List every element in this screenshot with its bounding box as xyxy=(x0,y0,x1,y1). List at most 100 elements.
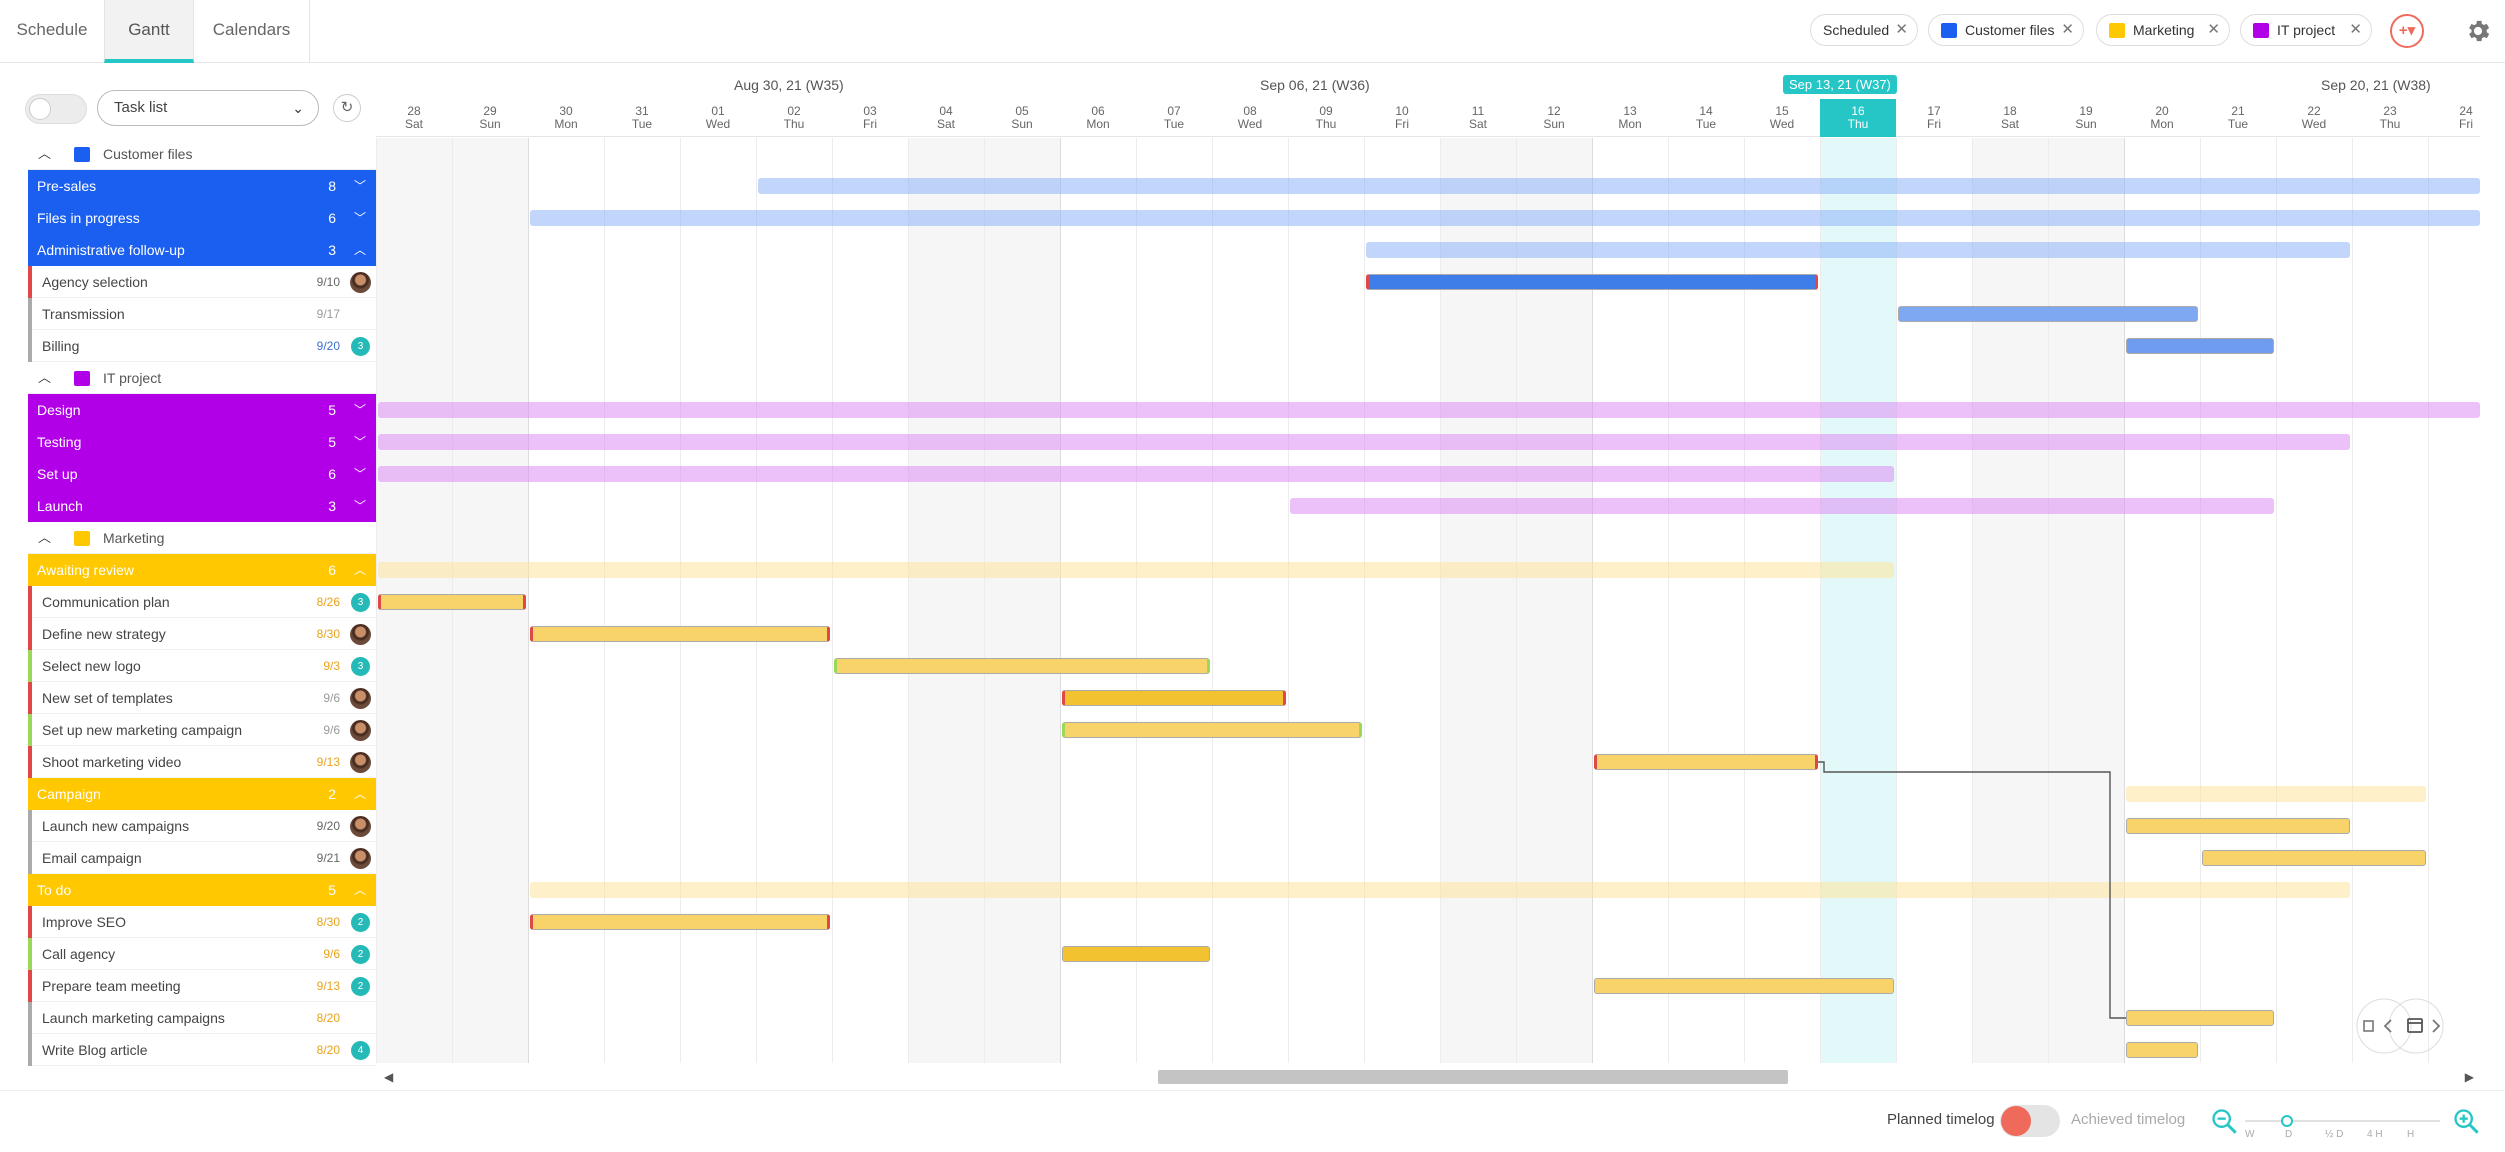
day-cell[interactable]: 09 Thu xyxy=(1288,99,1364,137)
group-row[interactable]: Launch 3 ﹀ xyxy=(28,490,376,522)
chevron-up-icon[interactable]: ︿ xyxy=(354,554,366,586)
category-row[interactable]: ︿ IT project xyxy=(28,362,376,394)
task-row[interactable]: Shoot marketing video 9/13 xyxy=(28,746,376,778)
scroll-right-icon[interactable]: ▶ xyxy=(2465,1066,2474,1088)
chevron-down-icon[interactable]: ﹀ xyxy=(354,202,366,234)
filter-chip-customer-files[interactable]: Customer files ✕ xyxy=(1928,14,2084,46)
day-cell[interactable]: 20 Mon xyxy=(2124,99,2200,137)
day-cell[interactable]: 05 Sun xyxy=(984,99,1060,137)
group-count: 6 xyxy=(328,210,336,226)
day-cell[interactable]: 23 Thu xyxy=(2352,99,2428,137)
close-icon[interactable]: ✕ xyxy=(1895,15,1908,45)
group-row[interactable]: Campaign 2 ︿ xyxy=(28,778,376,810)
chevron-up-icon[interactable]: ︿ xyxy=(38,138,51,170)
day-cell[interactable]: 30 Mon xyxy=(528,99,604,137)
day-cell[interactable]: 11 Sat xyxy=(1440,99,1516,137)
day-cell[interactable]: 15 Wed xyxy=(1744,99,1820,137)
day-cell[interactable]: 31 Tue xyxy=(604,99,680,137)
day-cell[interactable]: 28 Sat xyxy=(376,99,452,137)
close-icon[interactable]: ✕ xyxy=(2207,15,2220,45)
zoom-out-icon[interactable] xyxy=(2210,1107,2238,1135)
tab-calendars[interactable]: Calendars xyxy=(194,0,310,63)
filter-chip-marketing[interactable]: Marketing ✕ xyxy=(2096,14,2230,46)
collapse-toggle[interactable] xyxy=(25,94,87,124)
task-row[interactable]: Communication plan 8/26 3 xyxy=(28,586,376,618)
category-row[interactable]: ︿ Customer files xyxy=(28,138,376,170)
chevron-up-icon[interactable]: ︿ xyxy=(354,778,366,810)
chevron-down-icon[interactable]: ﹀ xyxy=(354,426,366,458)
gear-icon[interactable] xyxy=(2464,17,2492,45)
timelog-toggle[interactable] xyxy=(2000,1105,2060,1137)
day-cell[interactable]: 07 Tue xyxy=(1136,99,1212,137)
horizontal-scrollbar[interactable]: ◀ ▶ xyxy=(376,1066,2480,1088)
day-cell[interactable]: 17 Fri xyxy=(1896,99,1972,137)
day-cell[interactable]: 01 Wed xyxy=(680,99,756,137)
group-row[interactable]: Pre-sales 8 ﹀ xyxy=(28,170,376,202)
add-filter-button[interactable]: +▾ xyxy=(2390,14,2424,48)
group-row[interactable]: Awaiting review 6 ︿ xyxy=(28,554,376,586)
chevron-up-icon[interactable]: ︿ xyxy=(354,234,366,266)
chevron-down-icon[interactable]: ﹀ xyxy=(354,170,366,202)
task-label: Transmission xyxy=(42,306,125,322)
day-cell[interactable]: 22 Wed xyxy=(2276,99,2352,137)
close-icon[interactable]: ✕ xyxy=(2061,15,2074,45)
day-cell[interactable]: 02 Thu xyxy=(756,99,832,137)
task-row[interactable]: Launch new campaigns 9/20 xyxy=(28,810,376,842)
day-cell[interactable]: 03 Fri xyxy=(832,99,908,137)
group-row[interactable]: Set up 6 ﹀ xyxy=(28,458,376,490)
tab-schedule[interactable]: Schedule xyxy=(0,0,104,63)
task-row[interactable]: Improve SEO 8/30 2 xyxy=(28,906,376,938)
filter-chip-it-project[interactable]: IT project ✕ xyxy=(2240,14,2372,46)
zoom-slider[interactable]: W D ½ D 4 H H xyxy=(2245,1115,2440,1141)
group-row[interactable]: Testing 5 ﹀ xyxy=(28,426,376,458)
day-cell[interactable]: 08 Wed xyxy=(1212,99,1288,137)
task-row[interactable]: Email campaign 9/21 xyxy=(28,842,376,874)
timeline-navigator[interactable] xyxy=(2354,996,2446,1056)
task-row[interactable]: Billing 9/20 3 xyxy=(28,330,376,362)
task-row[interactable]: Select new logo 9/3 3 xyxy=(28,650,376,682)
task-row[interactable]: New set of templates 9/6 xyxy=(28,682,376,714)
chevron-down-icon[interactable]: ﹀ xyxy=(354,490,366,522)
view-select[interactable]: Task list ⌄ xyxy=(97,90,319,126)
task-row[interactable]: Write Blog article 8/20 4 xyxy=(28,1034,376,1066)
day-cell[interactable]: 29 Sun xyxy=(452,99,528,137)
task-row[interactable]: Agency selection 9/10 xyxy=(28,266,376,298)
task-row[interactable]: Call agency 9/6 2 xyxy=(28,938,376,970)
day-cell[interactable]: 19 Sun xyxy=(2048,99,2124,137)
chevron-up-icon[interactable]: ︿ xyxy=(354,874,366,906)
day-cell[interactable]: 13 Mon xyxy=(1592,99,1668,137)
scrollbar-thumb[interactable] xyxy=(1158,1070,1788,1084)
day-cell[interactable]: 12 Sun xyxy=(1516,99,1592,137)
task-row[interactable]: Prepare team meeting 9/13 2 xyxy=(28,970,376,1002)
day-cell[interactable]: 24 Fri xyxy=(2428,99,2480,137)
day-cell[interactable]: 18 Sat xyxy=(1972,99,2048,137)
zoom-thumb[interactable] xyxy=(2281,1115,2293,1127)
task-row[interactable]: Set up new marketing campaign 9/6 xyxy=(28,714,376,746)
scroll-left-icon[interactable]: ◀ xyxy=(384,1066,393,1088)
day-cell[interactable]: 14 Tue xyxy=(1668,99,1744,137)
zoom-in-icon[interactable] xyxy=(2452,1107,2480,1135)
refresh-button[interactable]: ↻ xyxy=(333,94,361,122)
chevron-up-icon[interactable]: ︿ xyxy=(38,362,51,394)
day-cell[interactable]: 06 Mon xyxy=(1060,99,1136,137)
task-row[interactable]: Launch marketing campaigns 8/20 xyxy=(28,1002,376,1034)
group-row[interactable]: Design 5 ﹀ xyxy=(28,394,376,426)
category-row[interactable]: ︿ Marketing xyxy=(28,522,376,554)
chevron-up-icon[interactable]: ︿ xyxy=(38,522,51,554)
group-row[interactable]: Files in progress 6 ﹀ xyxy=(28,202,376,234)
group-row[interactable]: To do 5 ︿ xyxy=(28,874,376,906)
day-cell[interactable]: 21 Tue xyxy=(2200,99,2276,137)
task-row[interactable]: Define new strategy 8/30 xyxy=(28,618,376,650)
task-due-date: 9/3 xyxy=(323,659,340,673)
chevron-down-icon[interactable]: ﹀ xyxy=(354,394,366,426)
day-cell[interactable]: 04 Sat xyxy=(908,99,984,137)
group-row[interactable]: Administrative follow-up 3 ︿ xyxy=(28,234,376,266)
day-cell[interactable]: 10 Fri xyxy=(1364,99,1440,137)
close-icon[interactable]: ✕ xyxy=(2349,15,2362,45)
chevron-down-icon[interactable]: ﹀ xyxy=(354,458,366,490)
filter-chip-scheduled[interactable]: Scheduled ✕ xyxy=(1810,14,1918,46)
task-row[interactable]: Transmission 9/17 xyxy=(28,298,376,330)
gantt-grid xyxy=(376,138,2480,1063)
tab-gantt[interactable]: Gantt xyxy=(104,0,194,63)
day-cell[interactable]: 16 Thu xyxy=(1820,99,1896,137)
